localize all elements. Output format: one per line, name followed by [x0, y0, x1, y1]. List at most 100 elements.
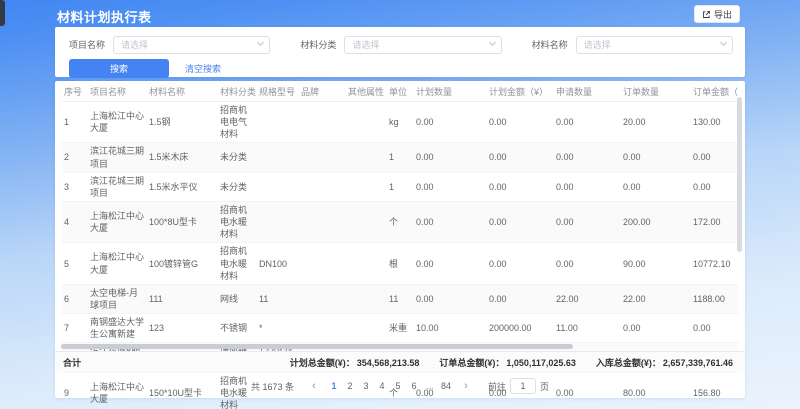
table-cell: DN100 [257, 243, 299, 284]
table-cell: 100镀锌管G [147, 243, 218, 284]
table-cell: 招商机电电气材料 [218, 102, 257, 143]
column-header: 序号 [62, 82, 88, 102]
table-cell: 2 [62, 143, 88, 172]
table-cell: 米重 [387, 314, 414, 343]
table-cell: 3 [62, 172, 88, 201]
column-header: 单位 [387, 82, 414, 102]
table-cell [257, 201, 299, 242]
horizontal-scrollbar[interactable] [61, 344, 573, 349]
material-select[interactable] [576, 35, 733, 53]
page-button[interactable]: 6 [406, 378, 422, 394]
table-cell: 太空电梯-月球项目 [88, 284, 147, 313]
table-row[interactable]: 2滨江花城三期项目1.5米木床未分类10.000.000.000.000.00 [62, 143, 738, 172]
table-cell: 0.00 [414, 201, 487, 242]
vertical-scrollbar[interactable] [737, 97, 742, 252]
pagination: 共 1673 条 ‹ 123456...84 › 前往 页 [55, 377, 745, 395]
export-button[interactable]: 导出 [694, 5, 740, 23]
column-header: 材料分类 [218, 82, 257, 102]
table-cell [346, 102, 387, 143]
table-cell: 90.00 [621, 243, 691, 284]
filter-project: 项目名称 [69, 35, 270, 53]
filter-category: 材料分类 [300, 35, 501, 53]
table-cell [299, 284, 346, 313]
table-cell: 11.00 [554, 314, 621, 343]
table-cell: 不锈钢 [218, 314, 257, 343]
goto-page: 前往 页 [488, 378, 549, 394]
table-cell: 0.00 [414, 143, 487, 172]
page-button[interactable]: 84 [438, 378, 454, 394]
table-cell: 滨江花城三期项目 [88, 172, 147, 201]
filter-category-label: 材料分类 [300, 38, 336, 51]
table-row[interactable]: 7南钢盛达大学生公寓新建123不锈钢*米重10.00200000.0011.00… [62, 314, 738, 343]
table-cell: 0.00 [621, 143, 691, 172]
table-cell: 南钢盛达大学生公寓新建 [88, 314, 147, 343]
table-cell: 6 [62, 284, 88, 313]
table-cell: 0.00 [487, 243, 554, 284]
table-cell: 0.00 [414, 102, 487, 143]
column-header: 计划金额（¥） [487, 82, 554, 102]
category-select[interactable] [344, 35, 501, 53]
goto-suffix: 页 [540, 380, 549, 393]
summary-total-label: 订单总金额(¥)： [439, 358, 504, 368]
column-header: 订单数量 [621, 82, 691, 102]
table-row[interactable]: 1上海松江中心大厦1.5钢招商机电电气材料kg0.000.000.0020.00… [62, 102, 738, 143]
table-row[interactable]: 3滨江花城三期项目1.5米水平仪未分类10.000.000.000.000.00 [62, 172, 738, 201]
table-row[interactable]: 4上海松江中心大厦100*8U型卡招商机电水暖材料个0.000.000.0020… [62, 201, 738, 242]
table-cell: 11 [387, 284, 414, 313]
page-button[interactable]: 3 [358, 378, 374, 394]
table-cell [346, 201, 387, 242]
summary-total-value: 1,050,117,025.63 [506, 358, 576, 368]
page-button[interactable]: 1 [326, 378, 342, 394]
column-header: 材料名称 [147, 82, 218, 102]
table-cell: 130.00 [691, 102, 738, 143]
filter-actions: 搜索 清空搜索 [55, 53, 745, 78]
table-cell: 0.00 [621, 172, 691, 201]
table-cell: 10.00 [414, 314, 487, 343]
table-cell: 111 [147, 284, 218, 313]
category-select-input[interactable] [344, 36, 501, 54]
table-cell [346, 314, 387, 343]
table-cell: 10772.10 [691, 243, 738, 284]
table-row[interactable]: 6太空电梯-月球项目111网线11110.000.0022.0022.00118… [62, 284, 738, 313]
table-cell: 0.00 [414, 172, 487, 201]
table-cell: 0.00 [691, 143, 738, 172]
table-cell [257, 102, 299, 143]
project-select[interactable] [113, 35, 270, 53]
table-cell [299, 102, 346, 143]
prev-page-button[interactable]: ‹ [306, 378, 322, 394]
table-cell: 0.00 [554, 172, 621, 201]
export-label: 导出 [714, 8, 732, 21]
table-cell: 0.00 [554, 143, 621, 172]
table-cell: 0.00 [691, 172, 738, 201]
table-cell: 0.00 [487, 172, 554, 201]
table-cell [257, 143, 299, 172]
table-cell: 网线 [218, 284, 257, 313]
table-row[interactable]: 5上海松江中心大厦100镀锌管G招商机电水暖材料DN100根0.000.000.… [62, 243, 738, 284]
pagination-total: 共 1673 条 [251, 380, 294, 393]
table-cell: 上海松江中心大厦 [88, 201, 147, 242]
material-select-input[interactable] [576, 36, 733, 54]
table-cell [346, 284, 387, 313]
page-button[interactable]: 4 [374, 378, 390, 394]
table-cell [299, 143, 346, 172]
next-page-button[interactable]: › [458, 378, 474, 394]
search-button[interactable]: 搜索 [69, 59, 169, 78]
table-cell: 0.00 [554, 243, 621, 284]
table-cell: 11 [257, 284, 299, 313]
table-cell [346, 243, 387, 284]
table-cell: 0.00 [691, 314, 738, 343]
table-cell: 1 [387, 143, 414, 172]
table-cell: 1.5钢 [147, 102, 218, 143]
page-button[interactable]: 5 [390, 378, 406, 394]
project-select-input[interactable] [113, 36, 270, 54]
table-cell: 根 [387, 243, 414, 284]
goto-page-input[interactable] [510, 378, 536, 394]
table-cell: 0.00 [554, 201, 621, 242]
page-button[interactable]: 2 [342, 378, 358, 394]
table-cell: 0.00 [414, 243, 487, 284]
clear-search-link[interactable]: 清空搜索 [185, 62, 221, 75]
table-cell [346, 143, 387, 172]
topbar: 材料计划执行表 导出 [0, 0, 800, 27]
table-cell: 0.00 [554, 102, 621, 143]
table-cell: 0.00 [487, 143, 554, 172]
